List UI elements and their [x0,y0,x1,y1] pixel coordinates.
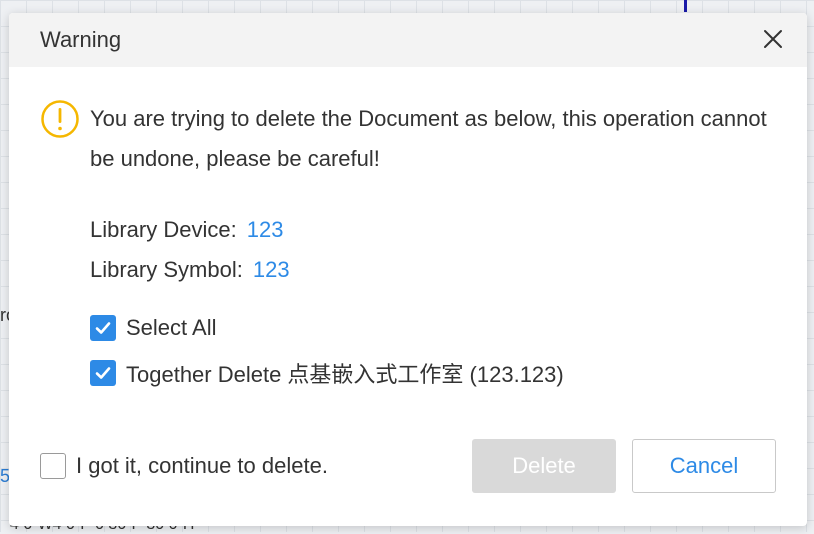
select-all-checkbox[interactable] [90,315,116,341]
together-delete-option[interactable]: Together Delete 点基嵌入式工作室 (123.123) [90,357,564,389]
check-icon [95,367,111,379]
together-delete-label: Together Delete 点基嵌入式工作室 (123.123) [126,362,564,387]
select-all-label: Select All [126,315,217,340]
warning-message: You are trying to delete the Document as… [90,106,767,171]
close-icon[interactable] [761,27,785,51]
select-all-option[interactable]: Select All [90,315,217,341]
confirm-option[interactable]: I got it, continue to delete. [40,453,328,479]
warning-dialog: Warning You are trying to delete the Doc… [9,13,807,526]
cancel-button[interactable]: Cancel [632,439,776,493]
dialog-header: Warning [9,13,807,67]
check-icon [95,322,111,334]
library-device-row: Library Device: 123 [90,217,283,243]
warning-icon [40,99,80,139]
library-symbol-value: 123 [252,257,290,282]
together-delete-checkbox[interactable] [90,360,116,386]
dialog-title: Warning [40,27,122,52]
library-device-label: Library Device: [90,217,237,242]
library-symbol-label: Library Symbol: [90,257,243,282]
background-line [684,0,687,12]
confirm-label: I got it, continue to delete. [76,453,328,478]
library-symbol-row: Library Symbol: 123 [90,257,290,283]
library-device-value: 123 [246,217,284,242]
delete-button[interactable]: Delete [472,439,616,493]
confirm-checkbox[interactable] [40,453,66,479]
